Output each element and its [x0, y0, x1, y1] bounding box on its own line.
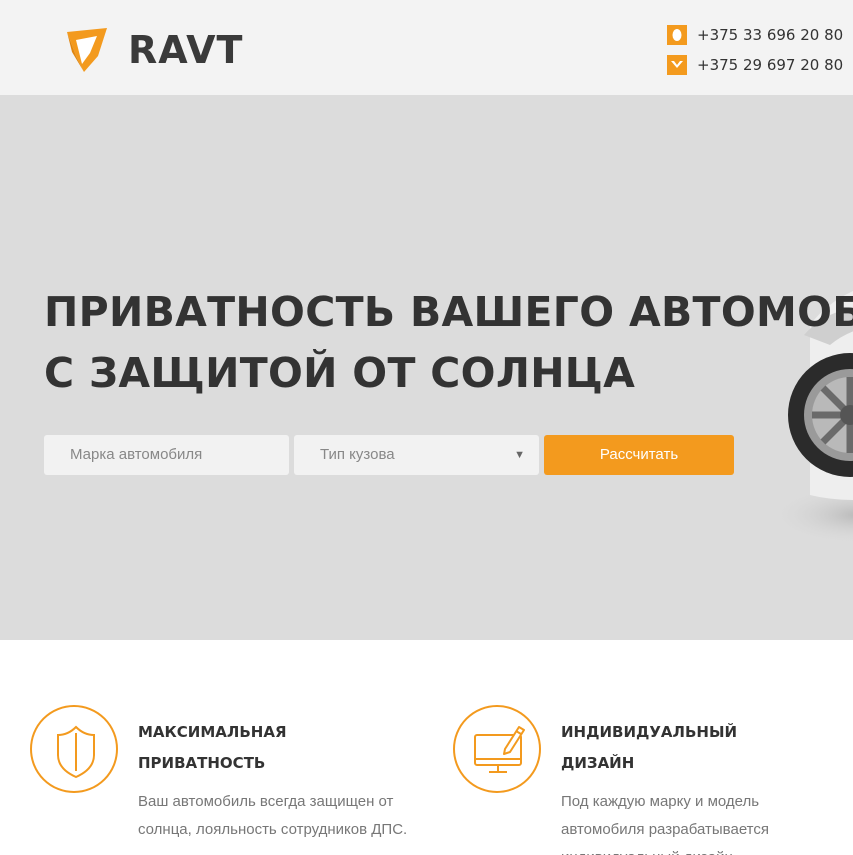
- body-type-value: Тип кузова: [320, 446, 395, 463]
- site-header: RAVT +375 33 696 20 80 +375 29 697 20 80: [0, 0, 853, 95]
- phone-list: +375 33 696 20 80 +375 29 697 20 80: [667, 21, 843, 79]
- phone-number[interactable]: +375 29 697 20 80: [697, 56, 843, 74]
- feature-text: Под каждую марку и модель автомобиля раз…: [561, 788, 851, 855]
- hero-title-line: С ЗАЩИТОЙ ОТ СОЛНЦА: [44, 349, 636, 397]
- feature-text-line: автомобиля разрабатывается: [561, 821, 769, 838]
- feature-title-line: МАКСИМАЛЬНАЯ: [138, 723, 287, 741]
- phone-item[interactable]: +375 29 697 20 80: [667, 51, 843, 79]
- feature-text-line: Ваш автомобиль всегда защищен от: [138, 793, 394, 810]
- feature-title-line: ПРИВАТНОСТЬ: [138, 754, 266, 772]
- feature-text-line: индивидуальный дизайн: [561, 844, 851, 855]
- phone-item[interactable]: +375 33 696 20 80: [667, 21, 843, 49]
- logo-text: RAVT: [128, 28, 244, 72]
- monitor-pencil-icon: [453, 705, 541, 793]
- hero-title-line: ПРИВАТНОСТЬ ВАШЕГО АВТОМОБИЛЯ: [44, 288, 853, 336]
- shield-icon: [30, 705, 118, 793]
- dropdown-arrow-icon: ▼: [514, 449, 525, 461]
- feature-text-line: Под каждую марку и модель: [561, 793, 760, 810]
- body-type-select[interactable]: Тип кузова ▼: [294, 435, 539, 475]
- velcom-icon: [667, 55, 687, 75]
- feature-title-line: ИНДИВИДУАЛЬНЫЙ: [561, 723, 738, 741]
- feature-title-line: ДИЗАЙН: [561, 754, 635, 772]
- calculate-button[interactable]: Рассчитать: [544, 435, 734, 475]
- feature-title: ИНДИВИДУАЛЬНЫЙ ДИЗАЙН: [561, 717, 821, 779]
- mts-icon: [667, 25, 687, 45]
- feature-text-line: солнца, лояльность сотрудников ДПС.: [138, 821, 408, 838]
- ravt-logo-icon: [67, 28, 107, 72]
- feature-title: МАКСИМАЛЬНАЯ ПРИВАТНОСТЬ: [138, 717, 398, 779]
- car-brand-input[interactable]: Марка автомобиля: [44, 435, 289, 475]
- phone-number[interactable]: +375 33 696 20 80: [697, 26, 843, 44]
- logo[interactable]: RAVT: [64, 26, 254, 74]
- hero-title: ПРИВАТНОСТЬ ВАШЕГО АВТОМОБИЛЯ С ЗАЩИТОЙ …: [44, 282, 853, 404]
- feature-text: Ваш автомобиль всегда защищен от солнца,…: [138, 788, 428, 844]
- features-section: МАКСИМАЛЬНАЯ ПРИВАТНОСТЬ Ваш автомобиль …: [0, 640, 853, 855]
- hero-section: ПРИВАТНОСТЬ ВАШЕГО АВТОМОБИЛЯ С ЗАЩИТОЙ …: [0, 95, 853, 640]
